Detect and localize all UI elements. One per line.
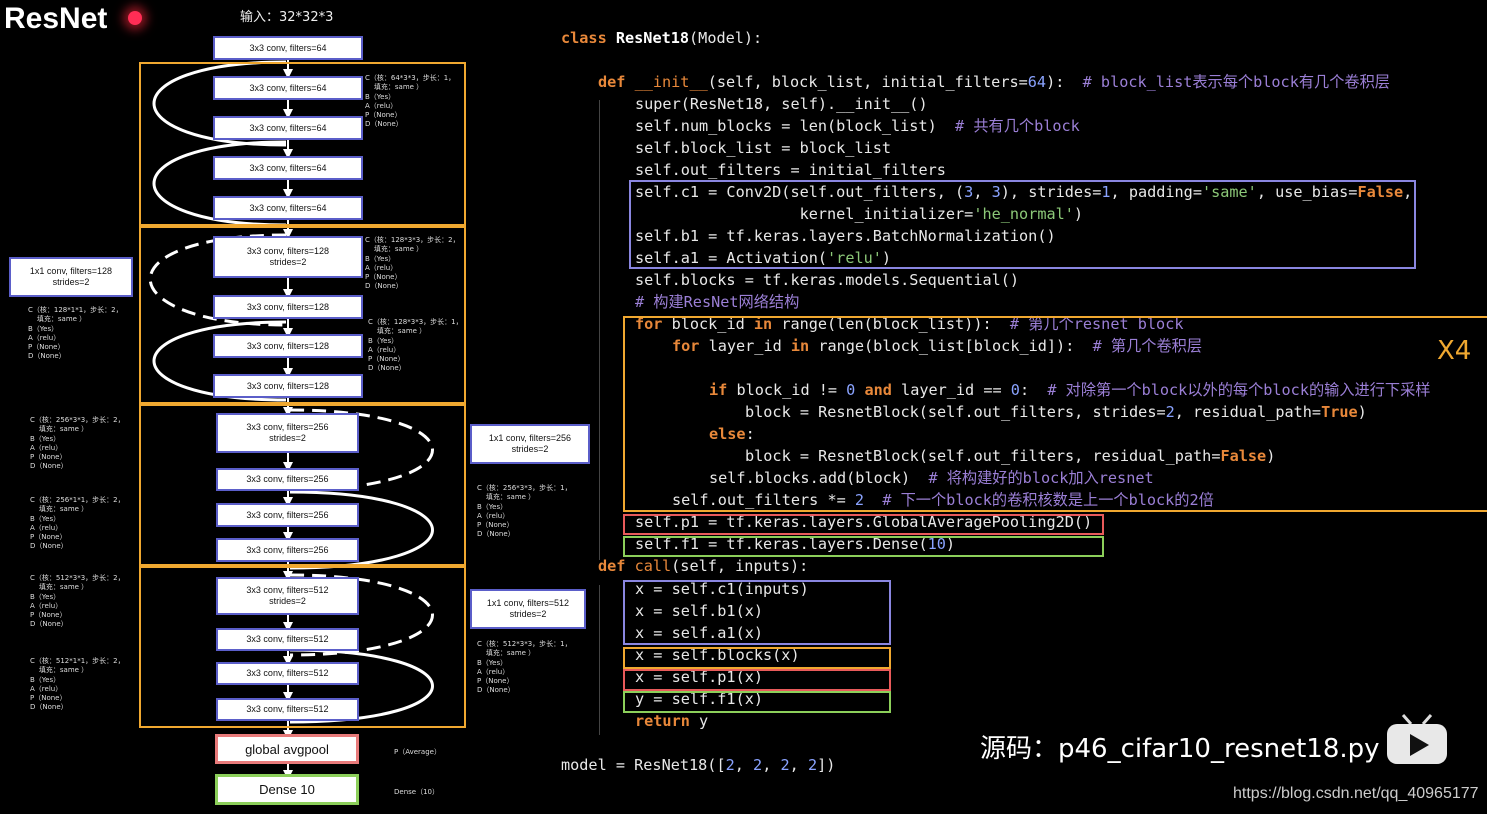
code-token: (self, block_list, initial_filters=: [707, 73, 1028, 91]
code-line: def call(self, inputs):: [598, 555, 808, 577]
code-token: def: [598, 73, 635, 91]
highlight-frame-call-stem: [623, 580, 891, 645]
code-token: 2: [753, 756, 763, 774]
code-token: self.block_list = block_list: [635, 139, 892, 157]
code-token: ,: [789, 756, 808, 774]
code-line: class ResNet18(Model):: [561, 27, 762, 49]
code-token: (self, inputs):: [671, 557, 809, 575]
code-token: self.blocks = tf.keras.models.Sequential…: [635, 271, 1020, 289]
repeat-label: X4: [1437, 336, 1472, 366]
highlight-frame-stem: [629, 180, 1416, 269]
code-token: super(ResNet18, self).__init__(): [635, 95, 928, 113]
code-line: def __init__(self, block_list, initial_f…: [598, 71, 1390, 93]
code-token: 64: [1027, 73, 1047, 91]
code-token: ]): [817, 756, 836, 774]
code-line: return y: [635, 710, 708, 732]
code-token: (Model):: [689, 29, 763, 47]
code-token: call: [634, 557, 672, 575]
code-token: 2: [780, 756, 790, 774]
highlight-frame-call-pool: [623, 669, 891, 691]
highlight-frame-call-dense: [623, 691, 891, 713]
code-line: super(ResNet18, self).__init__(): [635, 93, 928, 115]
code-token: ):: [1046, 73, 1083, 91]
play-video-icon[interactable]: [1385, 712, 1449, 768]
code-line: # 构建ResNet网络结构: [635, 291, 799, 313]
code-token: # 共有几个block: [955, 117, 1080, 135]
code-token: class: [561, 29, 616, 47]
code-line: self.num_blocks = len(block_list) # 共有几个…: [635, 115, 1080, 137]
code-token: ResNet18: [615, 29, 690, 47]
code-token: model = ResNet18([: [561, 756, 726, 774]
code-line: model = ResNet18([2, 2, 2, 2]): [561, 754, 835, 776]
highlight-frame-blocks: [623, 316, 1487, 512]
highlight-frame-pool: [623, 514, 1104, 535]
code-token: 2: [725, 756, 735, 774]
code-token: ,: [734, 756, 754, 774]
code-line: self.block_list = block_list: [635, 137, 891, 159]
code-token: # 构建ResNet网络结构: [635, 293, 800, 311]
highlight-frame-call-blocks: [623, 647, 891, 669]
code-token: self.out_filters = initial_filters: [635, 161, 946, 179]
code-token: self.num_blocks = len(block_list): [635, 117, 956, 135]
source-file-label: 源码：p46_cifar10_resnet18.py: [980, 734, 1380, 764]
code-token: ,: [762, 756, 781, 774]
highlight-frame-dense: [623, 536, 1104, 557]
code-token: def: [598, 557, 635, 575]
code-token: y: [699, 712, 709, 730]
code-token: return: [635, 712, 700, 730]
code-token: 2: [807, 756, 818, 774]
code-token: __init__: [634, 73, 708, 91]
watermark-url: https://blog.csdn.net/qq_40965177: [1233, 785, 1479, 802]
code-line: self.blocks = tf.keras.models.Sequential…: [635, 269, 1019, 291]
code-line: self.out_filters = initial_filters: [635, 159, 946, 181]
code-token: # block_list表示每个block有几个卷积层: [1082, 73, 1390, 91]
